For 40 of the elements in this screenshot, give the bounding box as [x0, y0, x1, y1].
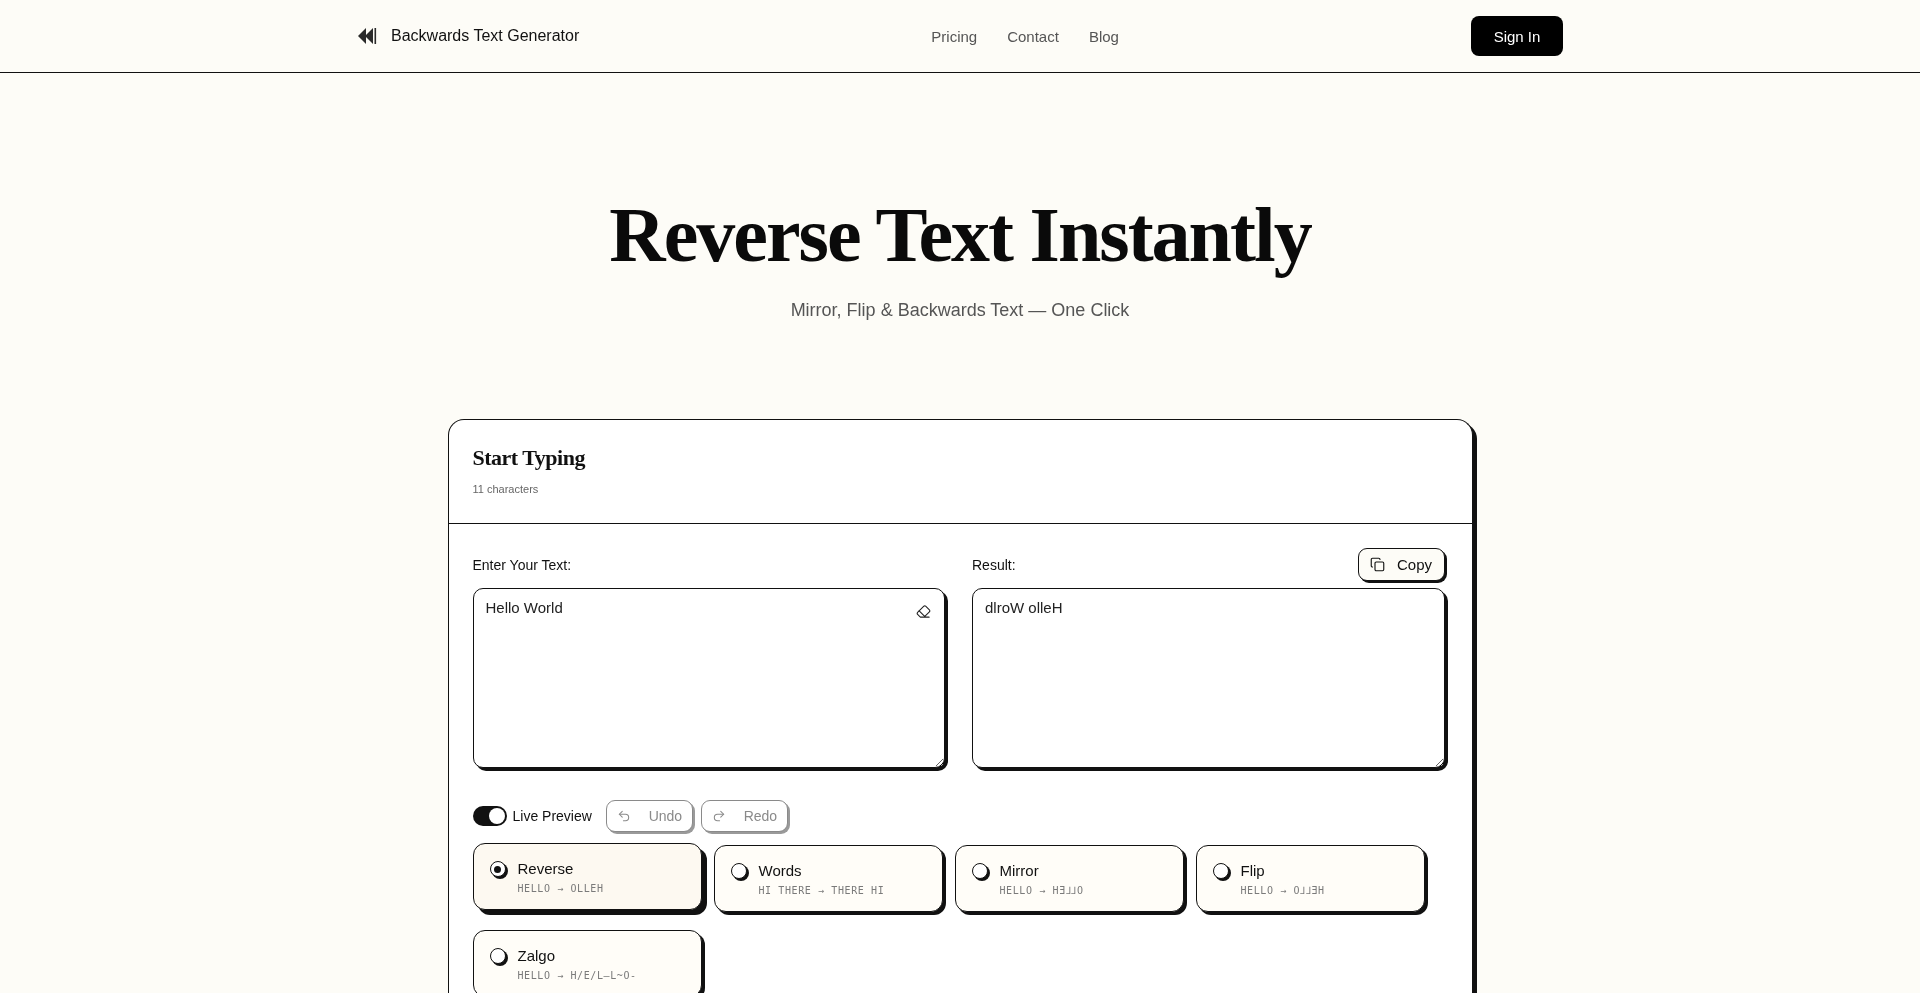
mode-option[interactable]: Mirror HELLO → HƎ⅃⅃O: [954, 845, 1184, 912]
nav-link[interactable]: Pricing: [931, 27, 978, 45]
mode-example: HELLO → H/E/L—L~O-: [517, 969, 637, 983]
sign-in-button[interactable]: Sign In: [1471, 16, 1563, 56]
mode-name: Reverse: [517, 860, 574, 878]
radio-empty-icon: [489, 948, 506, 964]
result-field[interactable]: dlroW olleH: [972, 588, 1445, 768]
hero-subtitle: Mirror, Flip & Backwards Text — One Click: [790, 299, 1130, 321]
copy-button[interactable]: Copy: [1357, 548, 1445, 581]
undo-arrow-icon: [616, 809, 631, 823]
mode-option[interactable]: Zalgo HELLO → H/E/L—L~O-: [472, 930, 702, 993]
mode-name: Words: [758, 862, 802, 880]
mode-example: HELLO → OLLEH: [517, 882, 604, 896]
mode-name: Mirror: [999, 862, 1039, 880]
hero-title: Reverse Text Instantly: [609, 193, 1311, 277]
radio-checked-icon: [489, 861, 506, 877]
brand-link[interactable]: Backwards Text Generator: [357, 27, 580, 45]
rewind-icon: [357, 27, 377, 45]
toggle-label: Live Preview: [512, 808, 592, 824]
mode-name: Flip: [1240, 862, 1265, 880]
result-label: Result:: [972, 556, 1016, 573]
eraser-icon[interactable]: [914, 602, 932, 620]
mode-option[interactable]: Flip HELLO → O⅃⅃ƎH: [1195, 845, 1425, 912]
mode-example: HELLO → O⅃⅃ƎH: [1240, 884, 1325, 898]
copy-icon: [1370, 557, 1385, 572]
radio-empty-icon: [730, 863, 747, 879]
card-title: Start Typing: [472, 445, 587, 471]
radio-empty-icon: [1212, 863, 1229, 879]
nav-link[interactable]: Contact: [1007, 27, 1059, 45]
input-field[interactable]: Hello World: [472, 588, 945, 768]
radio-empty-icon: [971, 863, 988, 879]
redo-arrow-icon: [711, 809, 726, 823]
character-count: 11 characters: [472, 482, 539, 496]
nav-link[interactable]: Blog: [1088, 27, 1119, 45]
mode-name: Zalgo: [517, 947, 556, 965]
toggle-switch[interactable]: [472, 806, 507, 826]
input-label: Enter Your Text:: [472, 556, 572, 573]
mode-option[interactable]: Words HI THERE → THERE HI: [713, 845, 943, 912]
mode-example: HELLO → HƎ⅃⅃O: [999, 884, 1084, 898]
mode-example: HI THERE → THERE HI: [758, 884, 885, 898]
